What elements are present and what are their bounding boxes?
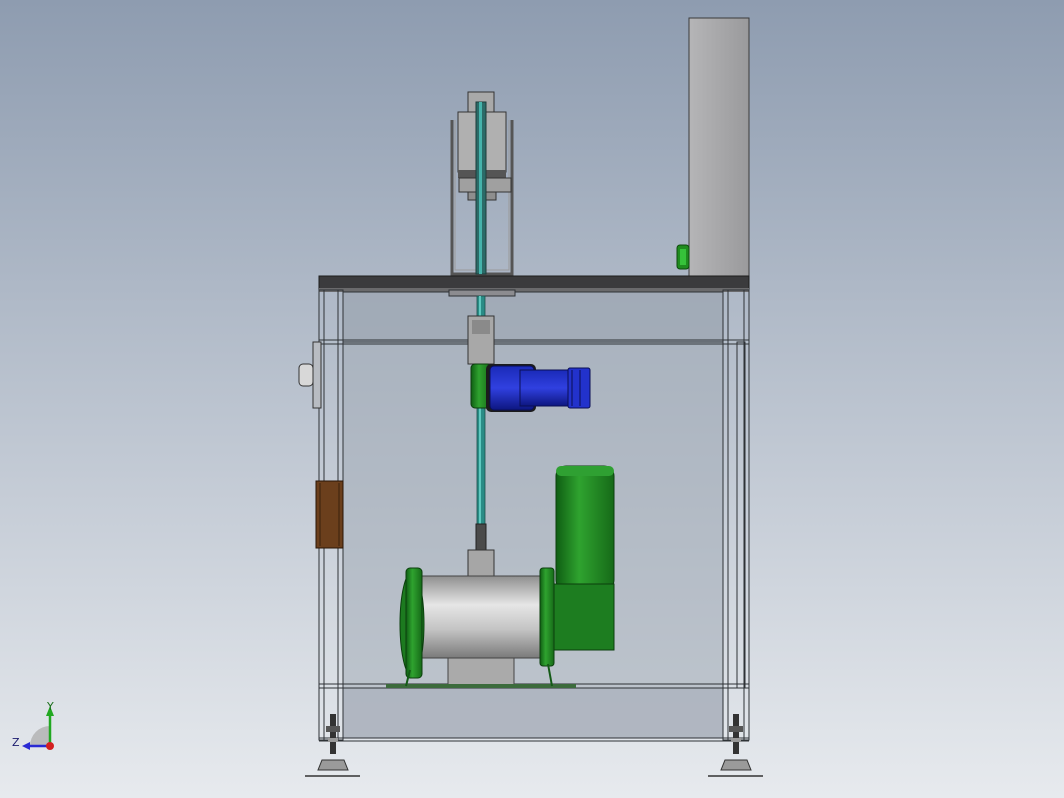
blue-gear-motor[interactable] (470, 363, 591, 412)
z-axis-label: Z (12, 736, 20, 749)
x-axis-point (46, 742, 54, 750)
machine-frame (318, 289, 750, 742)
green-push-button[interactable] (676, 244, 690, 270)
side-terminal-box (315, 480, 344, 549)
control-cabinet[interactable] (688, 17, 750, 277)
green-drive-motor[interactable] (551, 465, 615, 651)
worktable-top (318, 275, 750, 292)
y-axis-label: Y (46, 700, 54, 713)
cad-viewport[interactable]: Y Z (0, 0, 1064, 798)
